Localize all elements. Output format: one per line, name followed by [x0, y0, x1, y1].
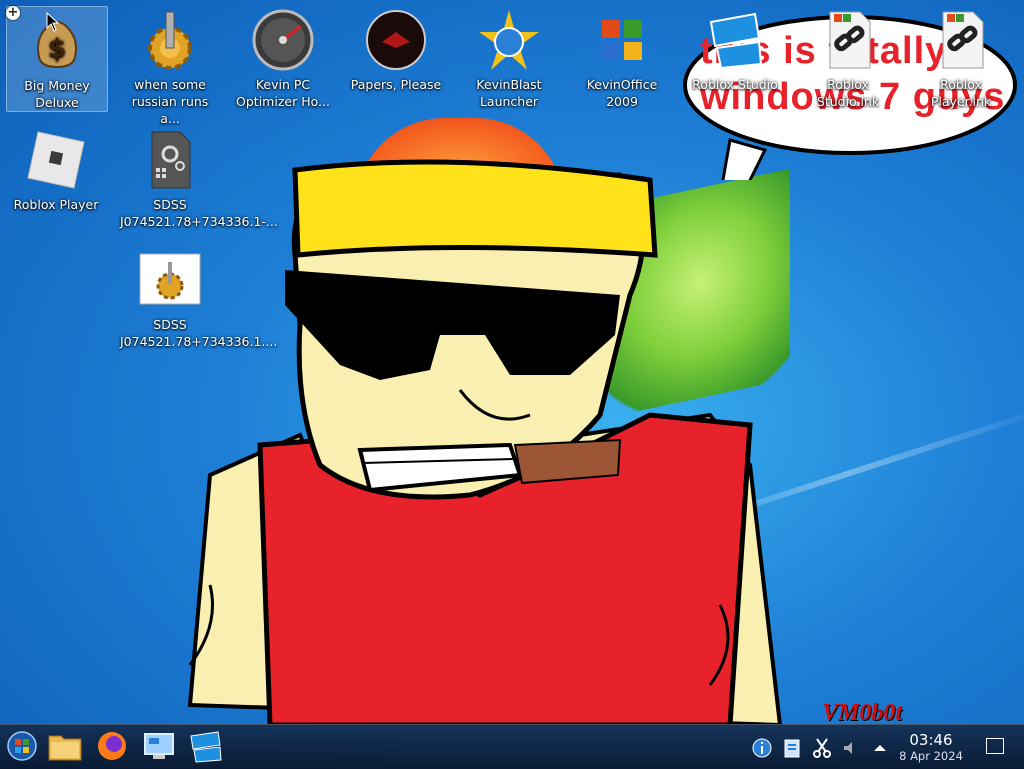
- start-orb-icon: [7, 731, 37, 761]
- settings-file-icon: [138, 128, 202, 192]
- gear-thumbnail-icon: [138, 248, 202, 312]
- taskbar-file-explorer[interactable]: [45, 728, 85, 764]
- desktop-icon-roblox-studio-lnk[interactable]: Roblox Studio.lnk: [798, 6, 898, 110]
- desktop-icon-roblox-player[interactable]: Roblox Player: [6, 126, 106, 213]
- shortcut-link-icon: [929, 8, 993, 72]
- office-icon: [590, 8, 654, 72]
- start-button[interactable]: [2, 728, 42, 764]
- mouse-cursor-icon: [46, 12, 60, 32]
- desktop-icon-papers-please[interactable]: Papers, Please: [346, 6, 446, 93]
- desktop-icon-kevinblast-launcher[interactable]: KevinBlast Launcher: [459, 6, 559, 110]
- desktop-icon-sdss-file-1[interactable]: SDSS J074521.78+734336.1-...: [120, 126, 278, 230]
- desktop-icon-sdss-file-2[interactable]: SDSS J074521.78+734336.1....: [120, 246, 277, 350]
- show-desktop-button[interactable]: [986, 738, 1004, 754]
- desktop: this is totally windows 7 guys $ Big Mon…: [0, 0, 1024, 726]
- globe-star-icon: [477, 8, 541, 72]
- tray-expand-icon[interactable]: [868, 736, 892, 760]
- desktop-icon-roblox-player-lnk[interactable]: Roblox Player.lnk: [911, 6, 1011, 110]
- desktop-icon-kevin-pc-optimizer[interactable]: Kevin PC Optimizer Ho...: [233, 6, 333, 110]
- file-explorer-icon: [48, 735, 82, 761]
- papers-please-icon: [364, 8, 428, 72]
- control-panel-icon: [144, 733, 174, 759]
- firefox-icon: [98, 732, 126, 760]
- info-icon[interactable]: [750, 736, 774, 760]
- taskbar-roblox-studio[interactable]: [186, 728, 226, 764]
- character-drawing: [187, 159, 783, 725]
- clock-date[interactable]: 8 Apr 2024: [892, 749, 970, 763]
- clipboard-icon[interactable]: [780, 736, 804, 760]
- shortcut-link-icon: [816, 8, 880, 72]
- svg-text:$: $: [48, 34, 66, 64]
- roblox-studio-icon: [703, 8, 767, 72]
- scissors-icon[interactable]: [810, 736, 834, 760]
- desktop-icon-kevinoffice-2009[interactable]: KevinOffice 2009: [572, 6, 672, 110]
- roblox-studio-icon: [190, 731, 222, 763]
- desktop-icon-russian-runs[interactable]: when some russian runs a...: [120, 6, 220, 127]
- taskbar-firefox[interactable]: [92, 728, 132, 764]
- roblox-player-icon: [24, 128, 88, 192]
- gear-icon: [138, 8, 202, 72]
- speedometer-icon: [251, 8, 315, 72]
- watermark: VM0b0t: [822, 700, 903, 726]
- add-to-selection-icon[interactable]: +: [6, 6, 20, 20]
- desktop-icon-roblox-studio[interactable]: Roblox Studio: [685, 6, 785, 93]
- taskbar-control-panel[interactable]: [139, 728, 179, 764]
- volume-icon[interactable]: [838, 736, 862, 760]
- clock-time[interactable]: 03:46: [900, 731, 962, 749]
